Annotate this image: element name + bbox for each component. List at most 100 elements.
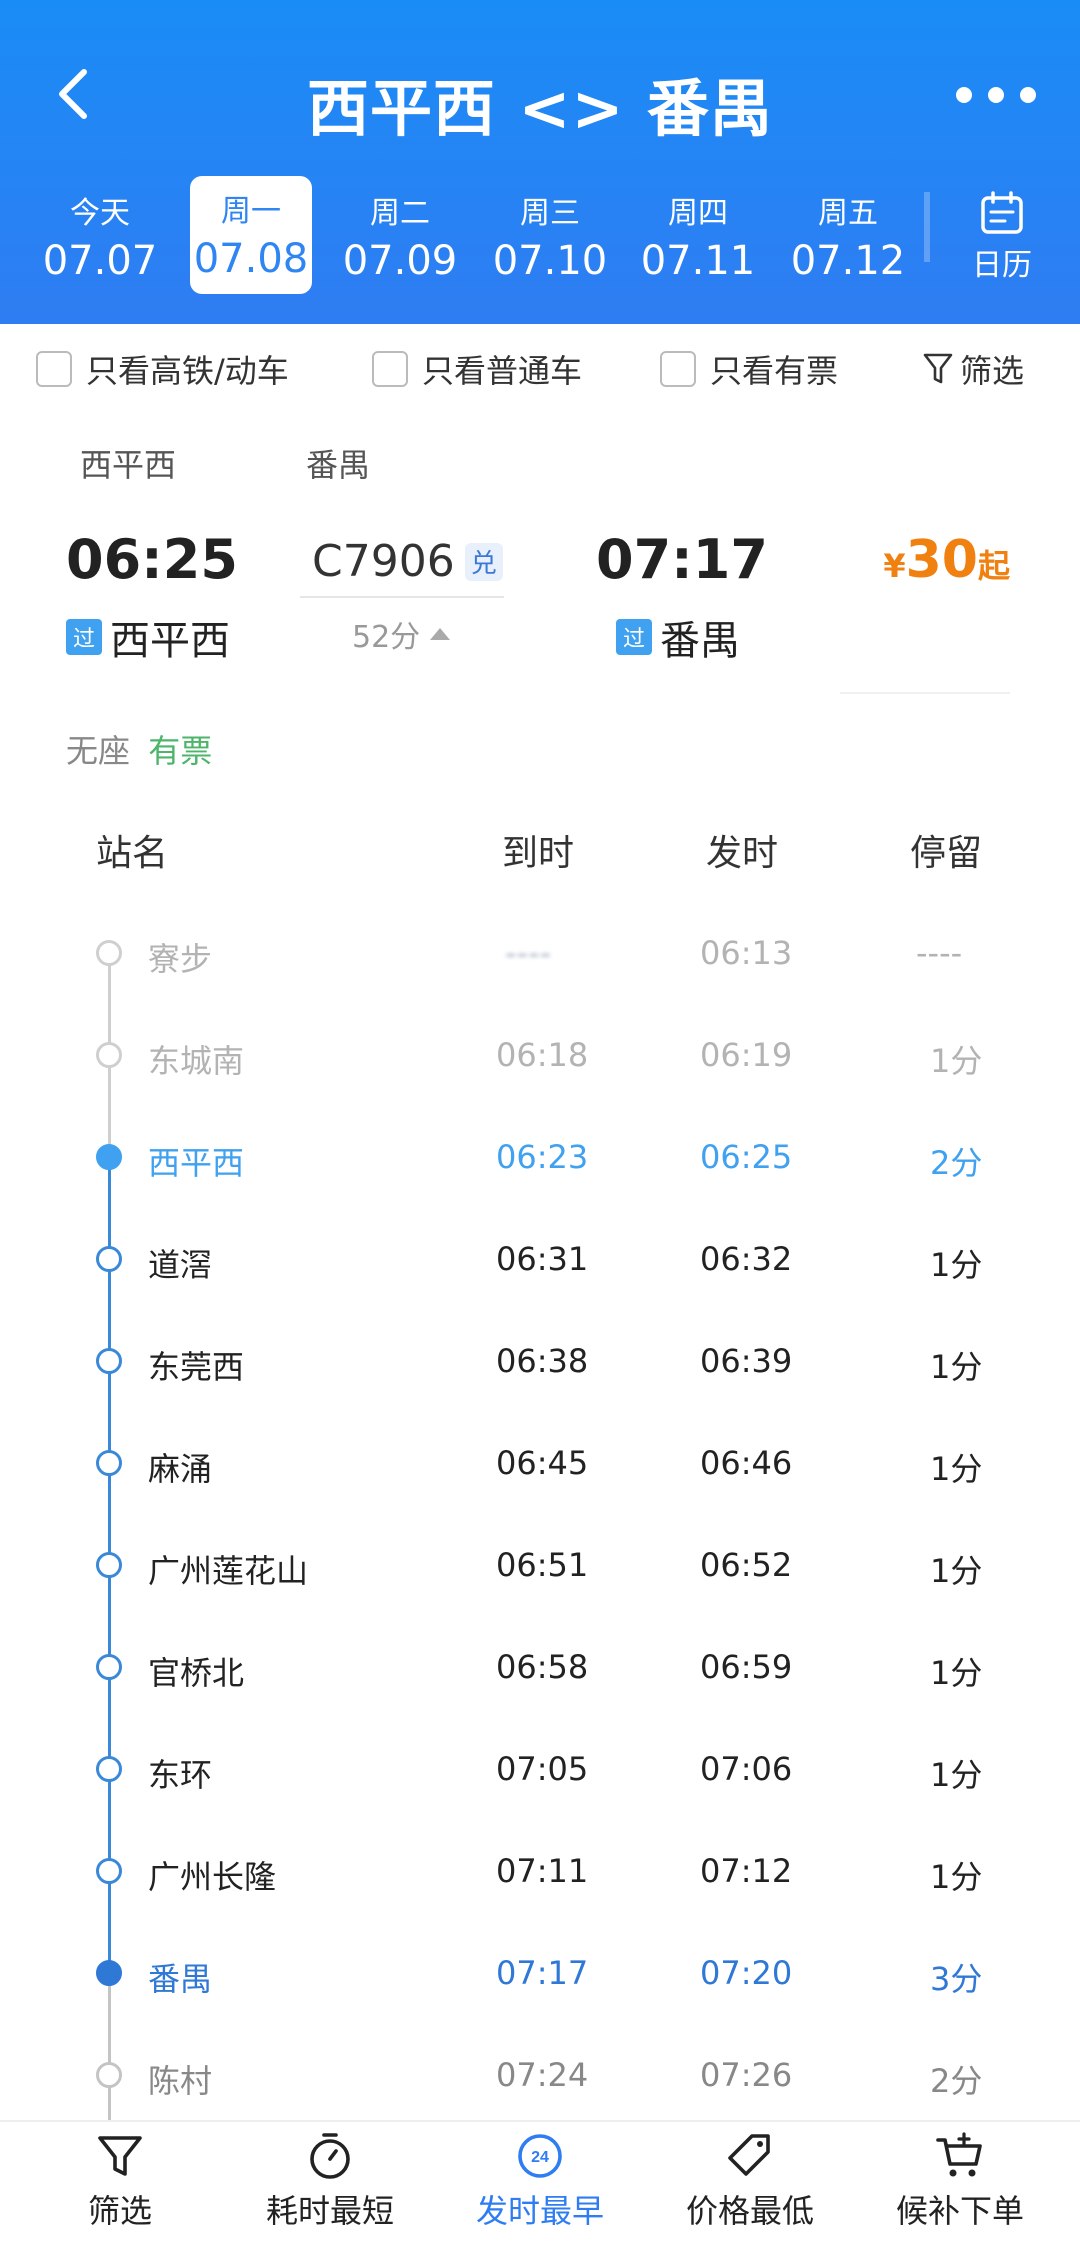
price-suffix: 起 bbox=[977, 547, 1010, 585]
calendar-button[interactable]: 日历 bbox=[952, 190, 1052, 290]
stop-name: 番禺 bbox=[148, 1960, 213, 1998]
stop-name: 东莞西 bbox=[148, 1348, 245, 1386]
stop-row: 道滘 06:31 06:32 1分 bbox=[0, 1206, 1080, 1308]
stop-arrive: 06:58 bbox=[496, 1648, 589, 1686]
price: ¥ 30 起 bbox=[883, 530, 1010, 590]
stop-arrive: 07:17 bbox=[496, 1954, 589, 1992]
nav-shortest-duration[interactable]: 耗时最短 bbox=[230, 2130, 430, 2232]
depart-time: 06:25 bbox=[66, 528, 238, 591]
duration-toggle[interactable]: 52分 bbox=[352, 612, 451, 656]
stop-arrive: 06:18 bbox=[496, 1036, 589, 1074]
stop-depart: 06:39 bbox=[700, 1342, 793, 1380]
stop-arrive: 07:24 bbox=[496, 2056, 589, 2094]
duration-text: 52分 bbox=[352, 620, 421, 655]
stop-dot bbox=[96, 940, 122, 966]
train-duration-line bbox=[300, 596, 504, 598]
stop-depart: 06:13 bbox=[700, 934, 793, 972]
column-depart: 发时 bbox=[706, 833, 779, 874]
seat-type: 无座 bbox=[66, 732, 131, 770]
stop-name: 广州长隆 bbox=[148, 1858, 277, 1896]
more-dot-icon bbox=[988, 87, 1004, 103]
stop-name: 东环 bbox=[148, 1756, 213, 1794]
date-value: 07.10 bbox=[492, 238, 608, 284]
route-to-label: 番禺 bbox=[306, 446, 371, 484]
nav-label: 候补下单 bbox=[895, 2192, 1024, 2230]
top-header: 西平西 <> 番禺 今天 07.07 周一 07.08 周二 07.09 周三 … bbox=[0, 0, 1080, 324]
date-tab-today[interactable]: 今天 07.07 bbox=[30, 178, 170, 298]
nav-label: 筛选 bbox=[87, 2192, 152, 2230]
column-stay: 停留 bbox=[910, 833, 983, 874]
checkbox-label: 只看高铁/动车 bbox=[86, 352, 289, 390]
stop-dot bbox=[96, 1042, 122, 1068]
checkbox-normal-train[interactable]: 只看普通车 bbox=[372, 346, 582, 392]
date-tab-monday[interactable]: 周一 07.08 bbox=[190, 176, 312, 294]
exchange-badge: 兑 bbox=[464, 542, 503, 581]
to-station-name: 番禺 bbox=[660, 618, 740, 664]
clock-24-text: 24 bbox=[531, 2149, 549, 2166]
stop-arrive: 06:23 bbox=[496, 1138, 589, 1176]
stop-dot bbox=[96, 1858, 122, 1884]
date-weekday: 周二 bbox=[370, 196, 430, 231]
seat-status: 有票 bbox=[148, 732, 213, 770]
nav-filter[interactable]: 筛选 bbox=[20, 2130, 220, 2232]
checkbox-available-only[interactable]: 只看有票 bbox=[660, 346, 838, 392]
checkbox-high-speed[interactable]: 只看高铁/动车 bbox=[36, 346, 289, 392]
screen-filter-button[interactable]: 筛选 bbox=[922, 346, 1024, 392]
stop-dot bbox=[96, 1348, 122, 1374]
date-tab-friday[interactable]: 周五 07.12 bbox=[778, 178, 918, 298]
stop-name: 广州莲花山 bbox=[148, 1552, 309, 1590]
date-strip-divider bbox=[924, 192, 930, 262]
stop-arrive: 06:51 bbox=[496, 1546, 589, 1584]
date-tab-wednesday[interactable]: 周三 07.10 bbox=[480, 178, 620, 298]
stop-stay: ---- bbox=[916, 934, 963, 972]
more-menu-button[interactable] bbox=[956, 80, 1036, 110]
more-dot-icon bbox=[1020, 87, 1036, 103]
screen-filter-label: 筛选 bbox=[959, 352, 1024, 390]
to-station: 过 番禺 bbox=[616, 608, 740, 666]
stop-row: 东莞西 06:38 06:39 1分 bbox=[0, 1308, 1080, 1410]
stop-name: 西平西 bbox=[148, 1144, 245, 1182]
nav-waitlist-order[interactable]: 候补下单 bbox=[860, 2130, 1060, 2232]
stop-name: 麻涌 bbox=[148, 1450, 213, 1488]
stop-name: 东城南 bbox=[148, 1042, 245, 1080]
funnel-icon bbox=[923, 353, 953, 384]
stop-arrive: 07:11 bbox=[496, 1852, 589, 1890]
price-symbol: ¥ bbox=[883, 547, 906, 585]
stop-stay: 1分 bbox=[930, 1246, 983, 1284]
stop-table-header: 站名 到时 发时 停留 bbox=[0, 824, 1080, 884]
nav-lowest-price[interactable]: 价格最低 bbox=[650, 2130, 850, 2232]
stop-row: 陈村 07:24 07:26 2分 bbox=[0, 2022, 1080, 2124]
train-number: C7906 兑 bbox=[312, 536, 503, 587]
stop-stay: 1分 bbox=[930, 1552, 983, 1590]
date-weekday: 周三 bbox=[520, 196, 580, 231]
from-station-name: 西平西 bbox=[110, 618, 230, 664]
date-weekday: 周四 bbox=[668, 196, 728, 231]
column-station: 站名 bbox=[96, 833, 169, 874]
stop-dot bbox=[96, 1756, 122, 1782]
stop-dot bbox=[96, 2062, 122, 2088]
stop-name: 官桥北 bbox=[148, 1654, 245, 1692]
stop-depart: 06:25 bbox=[700, 1138, 793, 1176]
checkbox-box[interactable] bbox=[372, 351, 408, 387]
stop-row: 官桥北 06:58 06:59 1分 bbox=[0, 1614, 1080, 1716]
more-dot-icon bbox=[956, 87, 972, 103]
checkbox-box[interactable] bbox=[36, 351, 72, 387]
stop-dot bbox=[96, 1552, 122, 1578]
stop-depart: 07:06 bbox=[700, 1750, 793, 1788]
checkbox-box[interactable] bbox=[660, 351, 696, 387]
date-tab-tuesday[interactable]: 周二 07.09 bbox=[330, 178, 470, 298]
stop-row: 西平西 06:23 06:25 2分 bbox=[0, 1104, 1080, 1206]
nav-earliest-departure[interactable]: 24 发时最早 bbox=[440, 2130, 640, 2232]
nav-label: 发时最早 bbox=[475, 2192, 604, 2230]
calendar-icon bbox=[981, 191, 1023, 234]
stop-name: 陈村 bbox=[148, 2062, 213, 2100]
date-value: 07.11 bbox=[640, 238, 756, 284]
stop-stay: 3分 bbox=[930, 1960, 983, 1998]
stop-depart: 07:26 bbox=[700, 2056, 793, 2094]
pass-badge: 过 bbox=[616, 619, 652, 655]
date-tab-thursday[interactable]: 周四 07.11 bbox=[628, 178, 768, 298]
stop-depart: 06:52 bbox=[700, 1546, 793, 1584]
stop-dot bbox=[96, 1246, 122, 1272]
stop-arrive: 06:45 bbox=[496, 1444, 589, 1482]
stop-dot bbox=[96, 1654, 122, 1680]
